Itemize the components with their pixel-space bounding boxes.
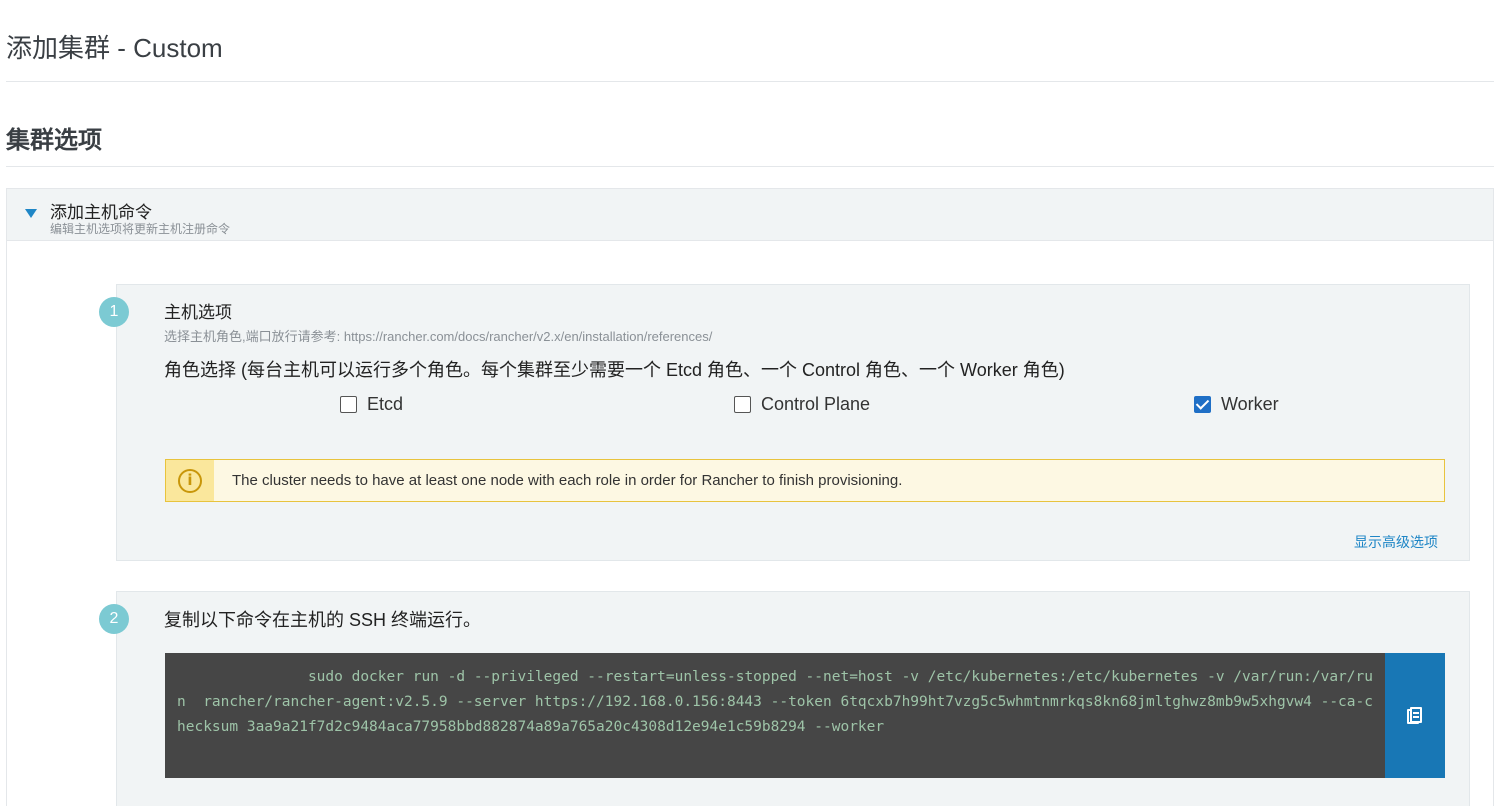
caret-down-icon[interactable] [25,209,37,218]
checkbox[interactable] [734,395,751,413]
step-badge-2: 2 [99,604,129,634]
role-selection-label: 角色选择 (每台主机可以运行多个角色。每个集群至少需要一个 Etcd 角色、一个… [164,360,1065,380]
accordion-header[interactable]: 添加主机命令 编辑主机选项将更新主机注册命令 [7,189,1493,241]
alert-icon-box: i [166,460,214,501]
divider [6,166,1494,167]
divider [6,81,1494,82]
command-code-block[interactable]: sudo docker run -d --privileged --restar… [165,653,1385,778]
show-advanced-options-link[interactable]: 显示高级选项 [1354,532,1438,552]
warning-alert: i The cluster needs to have at least one… [165,459,1445,502]
step-badge-1: 1 [99,297,129,327]
checkbox-label: Control Plane [761,393,871,414]
copy-to-clipboard-button[interactable] [1385,653,1445,778]
copy-command-title: 复制以下命令在主机的 SSH 终端运行。 [164,610,482,630]
command-text[interactable]: sudo docker run -d --privileged --restar… [177,665,1373,740]
alert-text: The cluster needs to have at least one n… [232,472,903,489]
role-checkbox-control-plane[interactable]: Control Plane [734,394,870,414]
page-title: 添加集群 - Custom [6,33,223,63]
checkbox-label: Worker [1221,393,1279,414]
role-checkbox-worker[interactable]: Worker [1194,394,1279,414]
section-title: 集群选项 [6,127,102,154]
checkbox[interactable] [340,395,357,413]
host-options-title: 主机选项 [164,303,232,322]
checkbox-checked[interactable] [1194,395,1211,413]
accordion-subtitle: 编辑主机选项将更新主机注册命令 [50,222,231,236]
info-icon: i [178,468,202,493]
checkbox-label: Etcd [367,393,404,414]
host-options-help: 选择主机角色,端口放行请参考: https://rancher.com/docs… [164,329,713,344]
role-checkbox-etcd[interactable]: Etcd [340,394,403,414]
clipboard-icon [1407,706,1423,725]
